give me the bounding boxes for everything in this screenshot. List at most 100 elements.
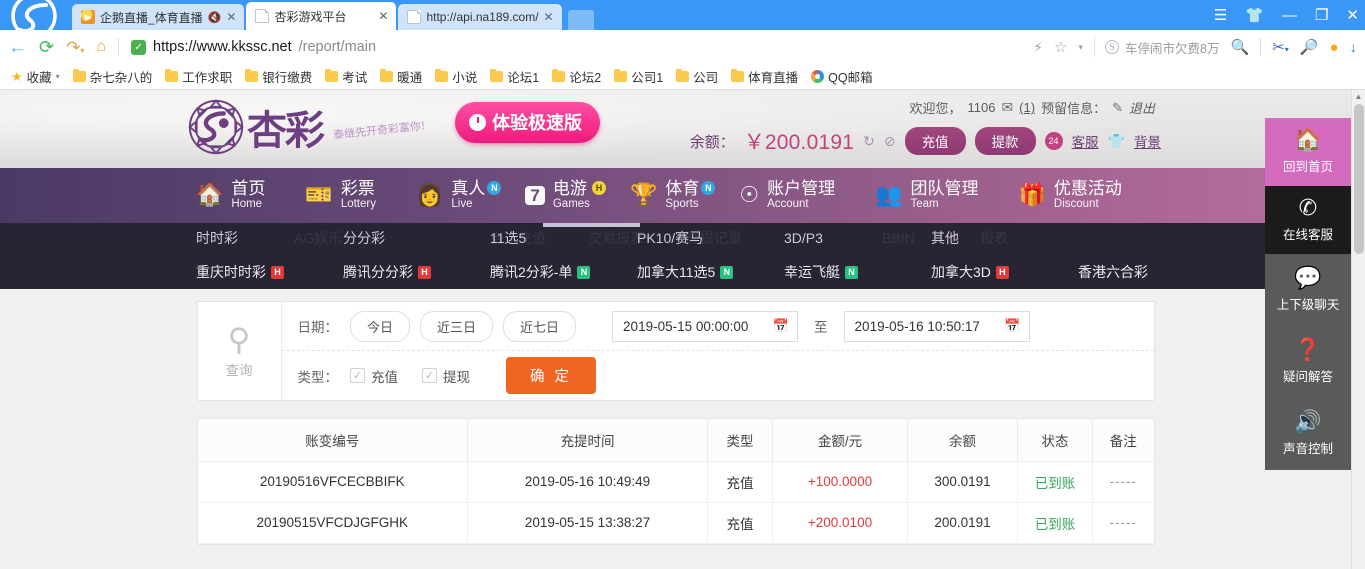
subnav-category[interactable]: 11选5 [490, 228, 637, 248]
window-controls[interactable]: ☰ 👕 — ❐ ✕ [1214, 0, 1359, 30]
main-navigation[interactable]: 🏠 首页 Home 🎫 彩票 Lottery 👩 真人 Live N 7 电游 … [0, 168, 1351, 223]
bookmark-item[interactable]: 公司 [671, 65, 723, 88]
floating-toolbar[interactable]: 🏠 回到首页 ✆ 在线客服 💬 上下级聊天 ❓ 疑问解答 🔊 声音控制 [1265, 118, 1351, 470]
bookmark-item[interactable]: 体育直播 [726, 65, 803, 88]
date-from-input[interactable]: 2019-05-15 00:00:00 📅 [612, 310, 799, 342]
table-row[interactable]: 20190515VFCDJGFGHK 2019-05-15 13:38:27 充… [197, 502, 1154, 544]
restore-icon[interactable]: ❐ [1315, 8, 1328, 23]
shirt-icon[interactable]: 👕 [1245, 8, 1264, 23]
bookmark-item[interactable]: 小说 [430, 65, 482, 88]
download-icon[interactable]: ↓ [1350, 39, 1358, 56]
nav-item-sports[interactable]: 🏆 体育 Sports N [630, 180, 721, 210]
tab-strip[interactable]: ▶ 企鹅直播_体育直播 🔇 ✕ 杏彩游戏平台 ✕ http://api.na18… [72, 0, 594, 30]
range-3days-button[interactable]: 近三日 [420, 310, 494, 342]
menu-icon[interactable]: ☰ [1214, 8, 1227, 23]
scroll-up-icon[interactable]: ▲ [1352, 90, 1365, 104]
envelope-icon[interactable]: ✉ [1001, 99, 1013, 116]
nav-item-discount[interactable]: 🎁 优惠活动 Discount [1018, 180, 1143, 210]
theme-link[interactable]: 背景 [1134, 131, 1161, 151]
circle-icon[interactable]: ● [1329, 39, 1338, 56]
chevron-down-icon[interactable]: ▾ [56, 72, 60, 81]
scissors-icon[interactable]: ✂▾ [1272, 38, 1289, 56]
nav-item-games[interactable]: 7 电游 Games H [525, 180, 612, 210]
caret-icon[interactable]: ▾ [1078, 42, 1083, 53]
close-icon[interactable]: ✕ [378, 9, 388, 23]
bookmark-item[interactable]: 工作求职 [160, 65, 237, 88]
search-input[interactable]: S 车停闹市欠费8万 [1094, 37, 1219, 57]
mail-count[interactable]: (1) [1019, 100, 1035, 115]
speed-version-badge[interactable]: 体验极速版 [455, 102, 600, 143]
deposit-button[interactable]: 充值 [904, 127, 966, 155]
subnav-game[interactable]: 腾讯分分彩 H [343, 262, 490, 282]
browser-tab-active[interactable]: 杏彩游戏平台 ✕ [246, 2, 397, 30]
refresh-icon[interactable]: ↻ [863, 133, 875, 150]
pencil-icon[interactable]: ✎ [1112, 100, 1123, 116]
subnav-game[interactable]: 加拿大11选5 N [637, 262, 784, 282]
nav-item-lottery[interactable]: 🎫 彩票 Lottery [305, 180, 398, 210]
subnav-category-row[interactable]: 时时彩 分分彩 11选5 PK10/赛马 3D/P3 其他 [0, 223, 1351, 253]
browser-tab[interactable]: http://api.na189.com/ ✕ [398, 4, 562, 30]
subnav-game[interactable]: 幸运飞艇 N [784, 262, 931, 282]
confirm-button[interactable]: 确 定 [506, 357, 597, 394]
scrollbar-thumb[interactable] [1354, 104, 1364, 254]
logout-link[interactable]: 退出 [1129, 98, 1155, 117]
bookmark-item[interactable]: 论坛2 [547, 65, 606, 88]
checkbox-deposit[interactable]: ✓ 充值 [350, 366, 398, 386]
subnav-game[interactable]: 腾讯2分彩-单 N [490, 262, 637, 282]
subnav-game[interactable]: 香港六合彩 [1078, 262, 1225, 282]
table-row[interactable]: 20190516VFCECBBIFK 2019-05-16 10:49:49 充… [197, 461, 1154, 503]
forward-history-icon[interactable]: ↷▾ [66, 39, 84, 56]
bookmark-item[interactable]: QQ邮箱 [806, 65, 877, 88]
sidetool-sound[interactable]: 🔊 声音控制 [1265, 398, 1351, 470]
subnav-category[interactable]: 3D/P3 [784, 230, 931, 246]
subnav-category[interactable]: 其他 [931, 228, 1078, 248]
bookmark-item[interactable]: 杂七杂八的 [68, 65, 158, 88]
eye-off-icon[interactable]: ⊘ [884, 133, 896, 150]
range-7days-button[interactable]: 近七日 [503, 310, 577, 342]
checkbox-icon[interactable]: ✓ [350, 368, 365, 383]
new-tab-button[interactable] [567, 10, 594, 30]
nav-item-team[interactable]: 👥 团队管理 Team [875, 180, 1000, 210]
subnav-category[interactable]: PK10/赛马 [637, 228, 784, 248]
vertical-scrollbar[interactable]: ▲ [1351, 90, 1365, 569]
nav-item-home[interactable]: 🏠 首页 Home [196, 180, 287, 210]
screenshot-icon[interactable]: 🔎 [1300, 38, 1319, 56]
bookmark-item[interactable]: 论坛1 [485, 65, 544, 88]
close-icon[interactable]: ✕ [226, 10, 236, 24]
bookmark-favorites[interactable]: ★ 收藏 ▾ [6, 65, 65, 88]
home-icon[interactable]: ⌂ [96, 39, 106, 55]
address-bar[interactable]: ✓ https://www.kkssc.net /report/main [131, 34, 1021, 60]
minimize-icon[interactable]: — [1282, 8, 1297, 23]
checkbox-withdraw[interactable]: ✓ 提现 [422, 366, 470, 386]
range-today-button[interactable]: 今日 [350, 310, 411, 342]
sidetool-chat[interactable]: 💬 上下级聊天 [1265, 254, 1351, 326]
bookmark-item[interactable]: 银行缴费 [240, 65, 317, 88]
sidetool-back-home[interactable]: 🏠 回到首页 [1265, 118, 1351, 186]
sidetool-online-service[interactable]: ✆ 在线客服 [1265, 186, 1351, 254]
subnav-game[interactable]: 加拿大3D H [931, 262, 1078, 282]
withdraw-button[interactable]: 提款 [974, 127, 1036, 155]
nav-item-account[interactable]: ☉ 账户管理 Account [739, 180, 857, 210]
mute-icon[interactable]: 🔇 [208, 11, 222, 24]
reload-icon[interactable]: ⟳ [39, 38, 54, 56]
date-to-input[interactable]: 2019-05-16 10:50:17 📅 [843, 310, 1030, 342]
bookmark-item[interactable]: 暖通 [375, 65, 427, 88]
nav-item-live[interactable]: 👩 真人 Live N [416, 180, 507, 210]
star-icon[interactable]: ☆ [1054, 38, 1067, 56]
customer-service-link[interactable]: 客服 [1072, 131, 1099, 151]
subnav-game[interactable]: 重庆时时彩 H [196, 262, 343, 282]
bookmark-item[interactable]: 考试 [320, 65, 372, 88]
subnav-category[interactable]: 时时彩 [196, 228, 343, 248]
subnav-game-row[interactable]: 重庆时时彩 H 腾讯分分彩 H 腾讯2分彩-单 N 加拿大11选5 N 幸运飞艇 N 加拿… [0, 255, 1351, 289]
calendar-icon[interactable]: 📅 [773, 318, 789, 334]
calendar-icon[interactable]: 📅 [1004, 318, 1020, 334]
sub-navigation[interactable]: AG娱乐 自选充值 交易报表 充提记录 BBIN 报表 时时彩 分分彩 11选5… [0, 223, 1351, 289]
checkbox-icon[interactable]: ✓ [422, 368, 437, 383]
sidetool-faq[interactable]: ❓ 疑问解答 [1265, 326, 1351, 398]
search-icon[interactable]: 🔍 [1230, 38, 1249, 56]
brand[interactable]: 杏彩 泰继先开奇彩富你! [185, 96, 426, 158]
bookmark-item[interactable]: 公司1 [609, 65, 668, 88]
close-icon[interactable]: ✕ [1346, 8, 1359, 23]
bolt-icon[interactable]: ⚡ [1033, 39, 1043, 56]
shirt-icon[interactable]: 👕 [1108, 133, 1125, 150]
